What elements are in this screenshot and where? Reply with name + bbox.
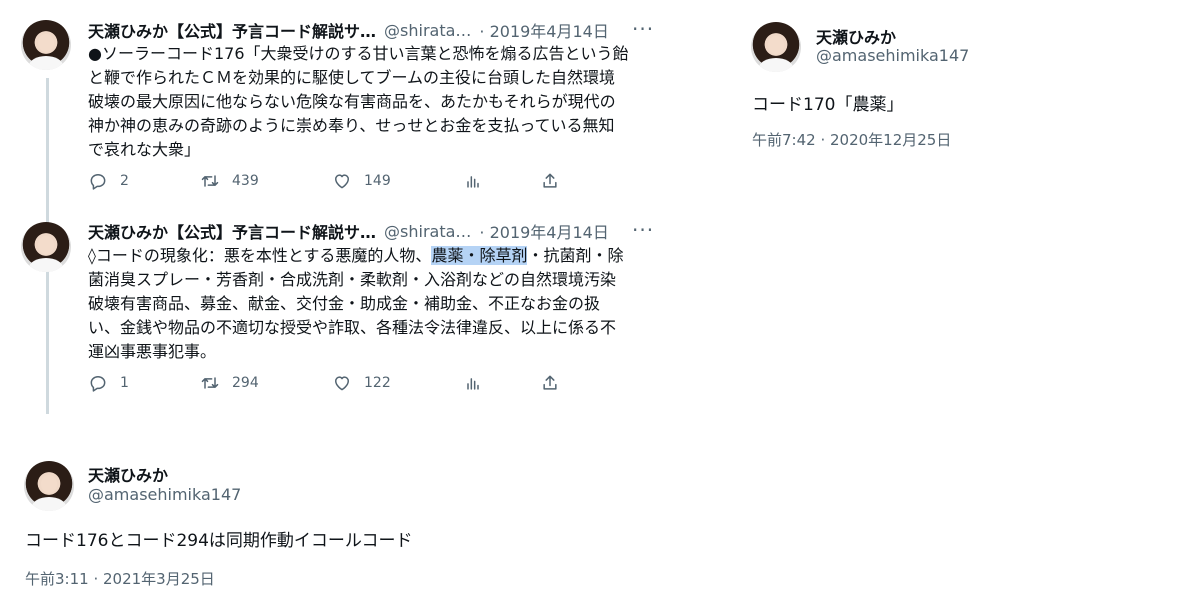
reply-button[interactable]: 2	[88, 171, 129, 191]
like-icon	[335, 376, 349, 391]
avatar[interactable]	[24, 461, 74, 511]
post-text: コード170「農薬」	[752, 95, 904, 115]
reply-icon	[90, 376, 106, 392]
retweet-button[interactable]: 439	[200, 171, 259, 191]
tweet-text: ◊コードの現象化：悪を本性とする悪魔的人物、農薬・除草剤・抗菌剤・除 菌消臭スプ…	[88, 244, 653, 364]
user-handle[interactable]: @amasehimika147	[88, 485, 241, 504]
reply-button[interactable]: 1	[88, 373, 129, 393]
tweet-date[interactable]: · 2019年4月14日	[479, 219, 608, 243]
tweet-date[interactable]: · 2019年4月14日	[479, 18, 608, 42]
share-icon	[543, 173, 557, 188]
tweet-header: 天瀬ひみか【公式】予言コード解説サ… @shirata… · 2019年4月14…	[88, 219, 609, 243]
more-icon[interactable]: ···	[632, 220, 654, 240]
like-button[interactable]: 149	[332, 171, 391, 191]
reply-count: 1	[120, 375, 129, 391]
user-handle[interactable]: @shirata…	[384, 222, 471, 241]
retweet-count: 439	[232, 173, 259, 189]
share-button[interactable]	[540, 171, 560, 191]
like-button[interactable]: 122	[332, 373, 391, 393]
analytics-icon	[467, 378, 479, 390]
retweet-icon	[201, 175, 219, 187]
reply-icon	[90, 174, 106, 190]
share-button[interactable]	[540, 373, 560, 393]
tweet-text-main: ●ソーラーコード176「大衆受けのする甘い言葉と恐怖を煽る広告という飴 と鞭で作…	[88, 44, 629, 159]
user-name[interactable]: 天瀬ひみか【公式】予言コード解説サ…	[88, 18, 376, 42]
post-timestamp[interactable]: 午前7:42 · 2020年12月25日	[752, 129, 951, 150]
highlighted-text: 農薬・除草剤	[431, 246, 528, 265]
analytics-icon	[467, 176, 479, 188]
analytics-button[interactable]	[463, 373, 483, 393]
tweet-actions: 1 294 122	[88, 373, 568, 397]
post-text: コード176とコード294は同期作動イコールコード	[25, 531, 413, 551]
user-handle[interactable]: @amasehimika147	[816, 46, 969, 65]
retweet-count: 294	[232, 375, 259, 391]
like-count: 149	[364, 173, 391, 189]
tweet-actions: 2 439 149	[88, 171, 568, 195]
avatar[interactable]	[21, 222, 71, 272]
avatar[interactable]	[751, 22, 801, 72]
analytics-button[interactable]	[463, 171, 483, 191]
retweet-icon	[201, 377, 219, 389]
user-handle[interactable]: @shirata…	[384, 21, 471, 40]
tweet-text: ●ソーラーコード176「大衆受けのする甘い言葉と恐怖を煽る広告という飴 と鞭で作…	[88, 42, 653, 162]
user-name[interactable]: 天瀬ひみか	[816, 24, 896, 48]
post-timestamp[interactable]: 午前3:11 · 2021年3月25日	[25, 568, 215, 589]
retweet-button[interactable]: 294	[200, 373, 259, 393]
avatar[interactable]	[21, 20, 71, 70]
tweet-text-part: ◊コードの現象化：悪を本性とする悪魔的人物、	[88, 246, 432, 265]
user-name[interactable]: 天瀬ひみか【公式】予言コード解説サ…	[88, 219, 376, 243]
like-count: 122	[364, 375, 391, 391]
more-icon[interactable]: ···	[632, 19, 654, 39]
tweet-header: 天瀬ひみか【公式】予言コード解説サ… @shirata… · 2019年4月14…	[88, 18, 609, 42]
share-icon	[543, 375, 557, 390]
user-name[interactable]: 天瀬ひみか	[88, 462, 168, 486]
like-icon	[335, 174, 349, 189]
reply-count: 2	[120, 173, 129, 189]
